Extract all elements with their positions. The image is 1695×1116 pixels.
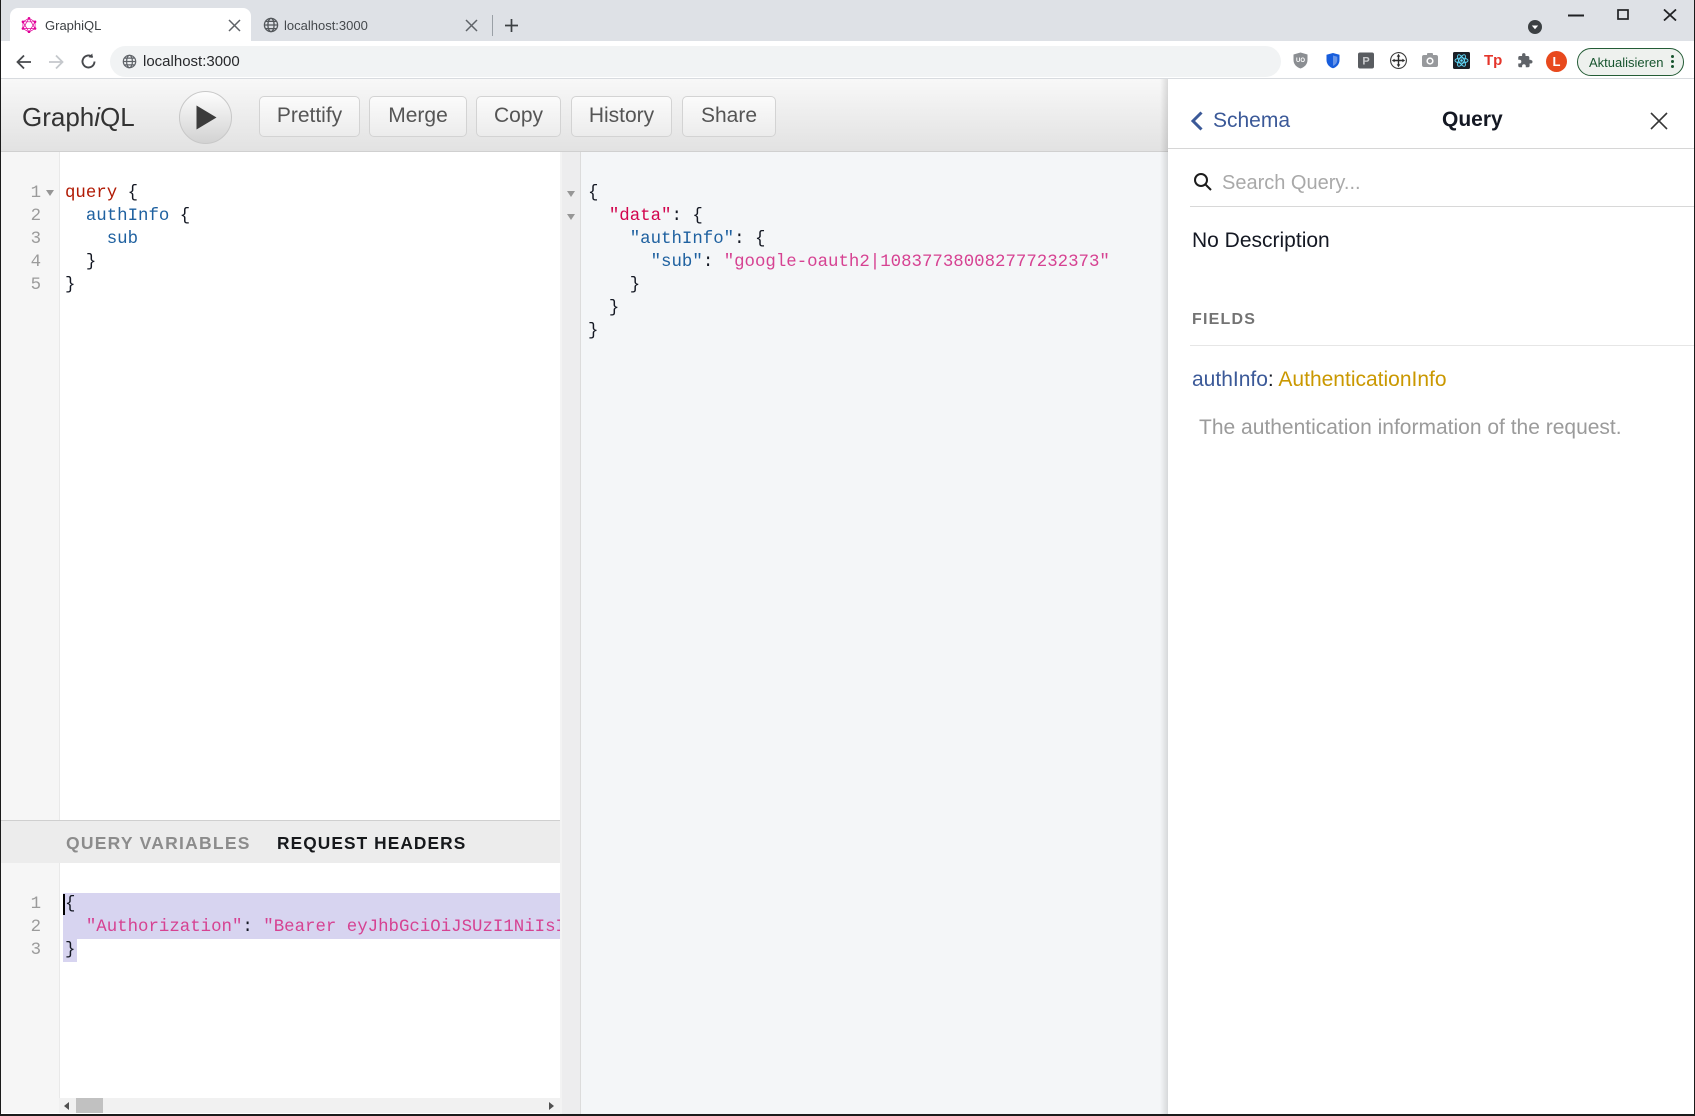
svg-text:P: P [1362, 56, 1369, 68]
svg-text:UO: UO [1296, 58, 1305, 64]
